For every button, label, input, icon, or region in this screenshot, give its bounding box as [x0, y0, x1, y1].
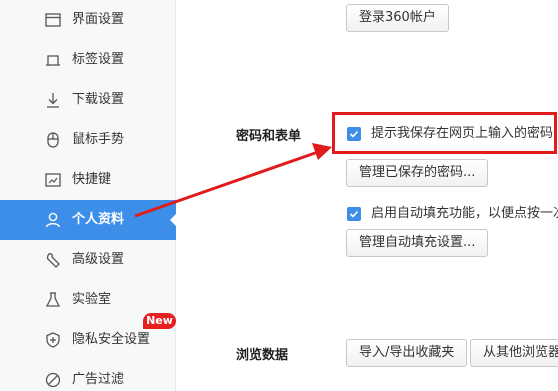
login-360-account-button[interactable]: 登录360帐户: [346, 4, 449, 32]
sidebar-item-label: 标签设置: [72, 52, 125, 67]
tab-icon: [44, 51, 62, 69]
window-icon: [44, 11, 62, 29]
block-icon: [44, 371, 62, 389]
sidebar-item-label: 鼠标手势: [72, 132, 125, 147]
download-icon: [44, 91, 62, 109]
import-export-favorites-button[interactable]: 导入/导出收藏夹: [346, 339, 468, 367]
sidebar-item-shortcuts[interactable]: 快捷键: [0, 160, 176, 200]
browsing-data-section-title: 浏览数据: [236, 348, 289, 363]
manage-saved-passwords-button[interactable]: 管理已保存的密码...: [346, 159, 489, 187]
manage-autofill-button[interactable]: 管理自动填充设置...: [346, 229, 489, 257]
password-section-title: 密码和表单: [236, 129, 302, 144]
sidebar-item-label: 个人资料: [72, 212, 125, 227]
person-icon: [44, 211, 62, 229]
sidebar-item-label: 快捷键: [72, 172, 112, 187]
shield-icon: [44, 331, 62, 349]
autofill-label: 启用自动填充功能，以便点按一次: [371, 206, 558, 221]
sidebar-item-label: 高级设置: [72, 252, 125, 267]
annotation-highlight-box: [332, 112, 557, 154]
sidebar-item-label: 隐私安全设置: [72, 332, 151, 347]
sidebar-item-adblock[interactable]: 广告过滤: [0, 360, 176, 391]
sidebar-item-label: 广告过滤: [72, 372, 125, 387]
wrench-icon: [44, 251, 62, 269]
sidebar-item-mouse-gestures[interactable]: 鼠标手势: [0, 120, 176, 160]
sidebar-item-download[interactable]: 下载设置: [0, 80, 176, 120]
sidebar-item-advanced[interactable]: 高级设置: [0, 240, 176, 280]
new-badge: New: [143, 313, 176, 329]
sidebar-item-label: 下载设置: [72, 92, 125, 107]
checkmark-icon: [349, 210, 359, 218]
sidebar-item-tabs[interactable]: 标签设置: [0, 40, 176, 80]
flask-icon: [44, 291, 62, 309]
autofill-checkbox[interactable]: [347, 207, 361, 221]
autofill-option[interactable]: 启用自动填充功能，以便点按一次: [347, 205, 558, 223]
mouse-icon: [44, 131, 62, 149]
shortcut-icon: [44, 171, 62, 189]
settings-sidebar: 界面设置 标签设置 下载设置 鼠标手势 快捷键 个人资料 高级设置 实验室 隐私…: [0, 0, 177, 391]
import-from-browser-button[interactable]: 从其他浏览器: [470, 339, 558, 367]
sidebar-item-profile[interactable]: 个人资料: [0, 200, 177, 240]
sidebar-item-interface[interactable]: 界面设置: [0, 0, 176, 40]
sidebar-item-label: 实验室: [72, 292, 112, 307]
sidebar-item-label: 界面设置: [72, 12, 125, 27]
